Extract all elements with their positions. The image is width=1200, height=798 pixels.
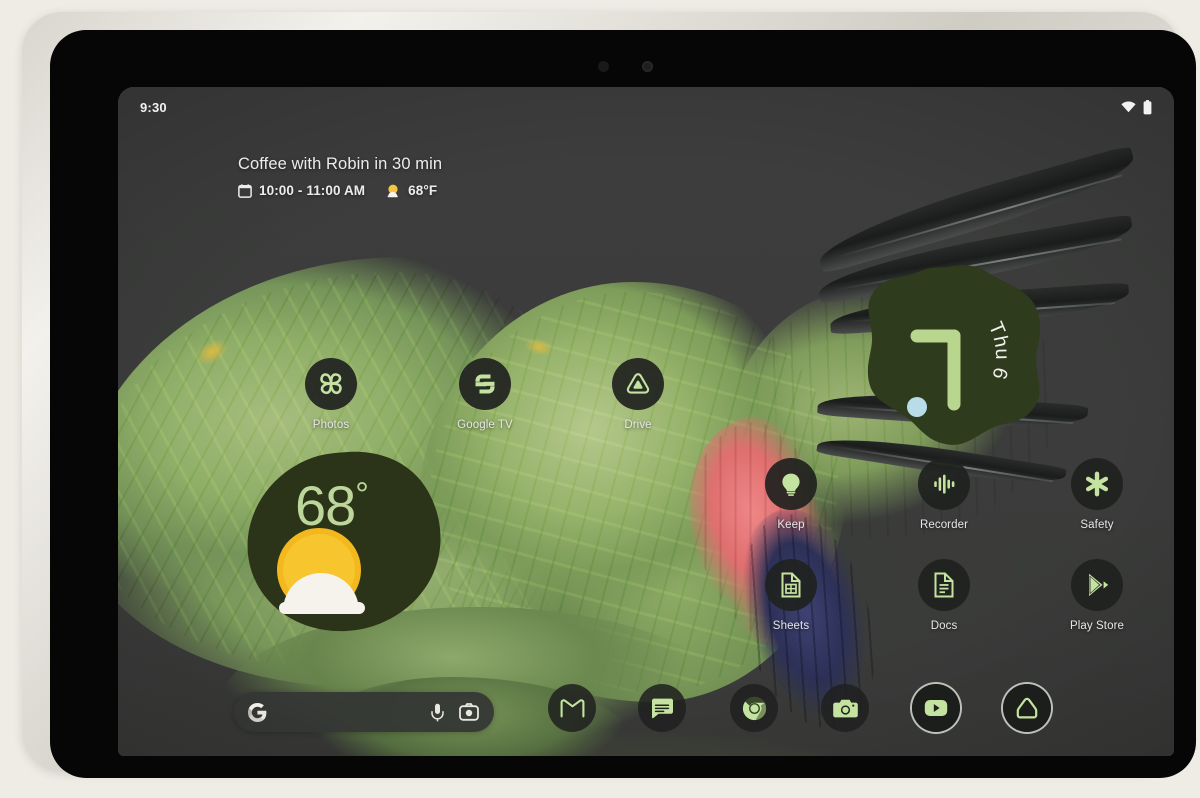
play-store-icon <box>1071 559 1123 611</box>
google-lens-camera-icon[interactable] <box>459 703 479 721</box>
screenshot-stage: 9:30 Coffee with Robin in 30 min 10:00 -… <box>0 0 1200 798</box>
glance-temperature: 68°F <box>408 183 438 198</box>
weather-widget[interactable]: 68° <box>243 450 448 633</box>
clock-accent-dot <box>907 397 927 417</box>
youtube-play-icon <box>924 699 948 717</box>
app-label: Docs <box>930 620 958 632</box>
app-icon-keep[interactable]: Keep <box>743 458 839 531</box>
safety-flower-icon <box>1071 458 1123 510</box>
home-house-icon <box>1015 696 1039 720</box>
app-icon-photos[interactable]: Photos <box>283 358 379 431</box>
sun-cloud-icon <box>385 183 401 198</box>
app-icon-docs[interactable]: Docs <box>896 559 992 632</box>
recorder-waveform-icon <box>918 458 970 510</box>
front-camera-icon <box>642 61 653 72</box>
analog-clock-widget[interactable]: Thu 6 <box>859 259 1049 449</box>
wifi-icon <box>1121 101 1136 113</box>
calendar-icon <box>238 183 252 198</box>
google-tv-icon <box>459 358 511 410</box>
microphone-icon[interactable] <box>430 703 445 722</box>
app-label: Photos <box>312 419 350 431</box>
app-label: Safety <box>1080 519 1114 531</box>
app-icon-play-store[interactable]: Play Store <box>1049 559 1145 632</box>
google-search-bar[interactable] <box>234 692 494 732</box>
app-label: Google TV <box>457 419 513 431</box>
messages-chat-icon <box>650 697 674 719</box>
dock-app-camera[interactable] <box>821 684 869 732</box>
chrome-icon <box>742 696 767 721</box>
app-icon-drive[interactable]: Drive <box>590 358 686 431</box>
app-icon-recorder[interactable]: Recorder <box>896 458 992 531</box>
glance-event-title: Coffee with Robin in 30 min <box>238 155 443 173</box>
glance-time-range: 10:00 - 11:00 AM <box>259 183 366 198</box>
status-bar: 9:30 <box>118 87 1174 127</box>
photos-pinwheel-icon <box>305 358 357 410</box>
camera-icon <box>832 698 858 719</box>
app-icon-safety[interactable]: Safety <box>1049 458 1145 531</box>
tablet-screen: 9:30 Coffee with Robin in 30 min 10:00 -… <box>118 87 1174 756</box>
app-label: Play Store <box>1069 620 1125 632</box>
drive-triangle-icon <box>612 358 664 410</box>
battery-icon <box>1143 99 1152 115</box>
dock-app-messages[interactable] <box>638 684 686 732</box>
google-g-icon <box>248 702 267 722</box>
weather-temperature-display: 68° <box>295 474 369 537</box>
app-label: Keep <box>777 519 805 531</box>
at-a-glance-widget[interactable]: Coffee with Robin in 30 min 10:00 - 11:0… <box>238 155 442 198</box>
tablet-bezel: 9:30 Coffee with Robin in 30 min 10:00 -… <box>50 30 1196 778</box>
front-sensor-icon <box>598 61 609 72</box>
tablet-device-body: 9:30 Coffee with Robin in 30 min 10:00 -… <box>22 12 1196 778</box>
dock-app-youtube[interactable] <box>912 684 960 732</box>
dock <box>118 670 1174 756</box>
dock-app-chrome[interactable] <box>730 684 778 732</box>
docs-icon <box>918 559 970 611</box>
app-icon-sheets[interactable]: Sheets <box>743 559 839 632</box>
app-label: Sheets <box>772 620 810 632</box>
app-label: Drive <box>624 419 652 431</box>
app-label: Recorder <box>919 519 969 531</box>
gmail-m-icon <box>560 698 585 718</box>
app-icon-google-tv[interactable]: Google TV <box>437 358 533 431</box>
dock-app-gmail[interactable] <box>548 684 596 732</box>
dock-app-google-home[interactable] <box>1003 684 1051 732</box>
status-bar-clock: 9:30 <box>140 99 167 115</box>
keep-bulb-icon <box>765 458 817 510</box>
sheets-icon <box>765 559 817 611</box>
glance-details: 10:00 - 11:00 AM 68°F <box>238 183 442 198</box>
